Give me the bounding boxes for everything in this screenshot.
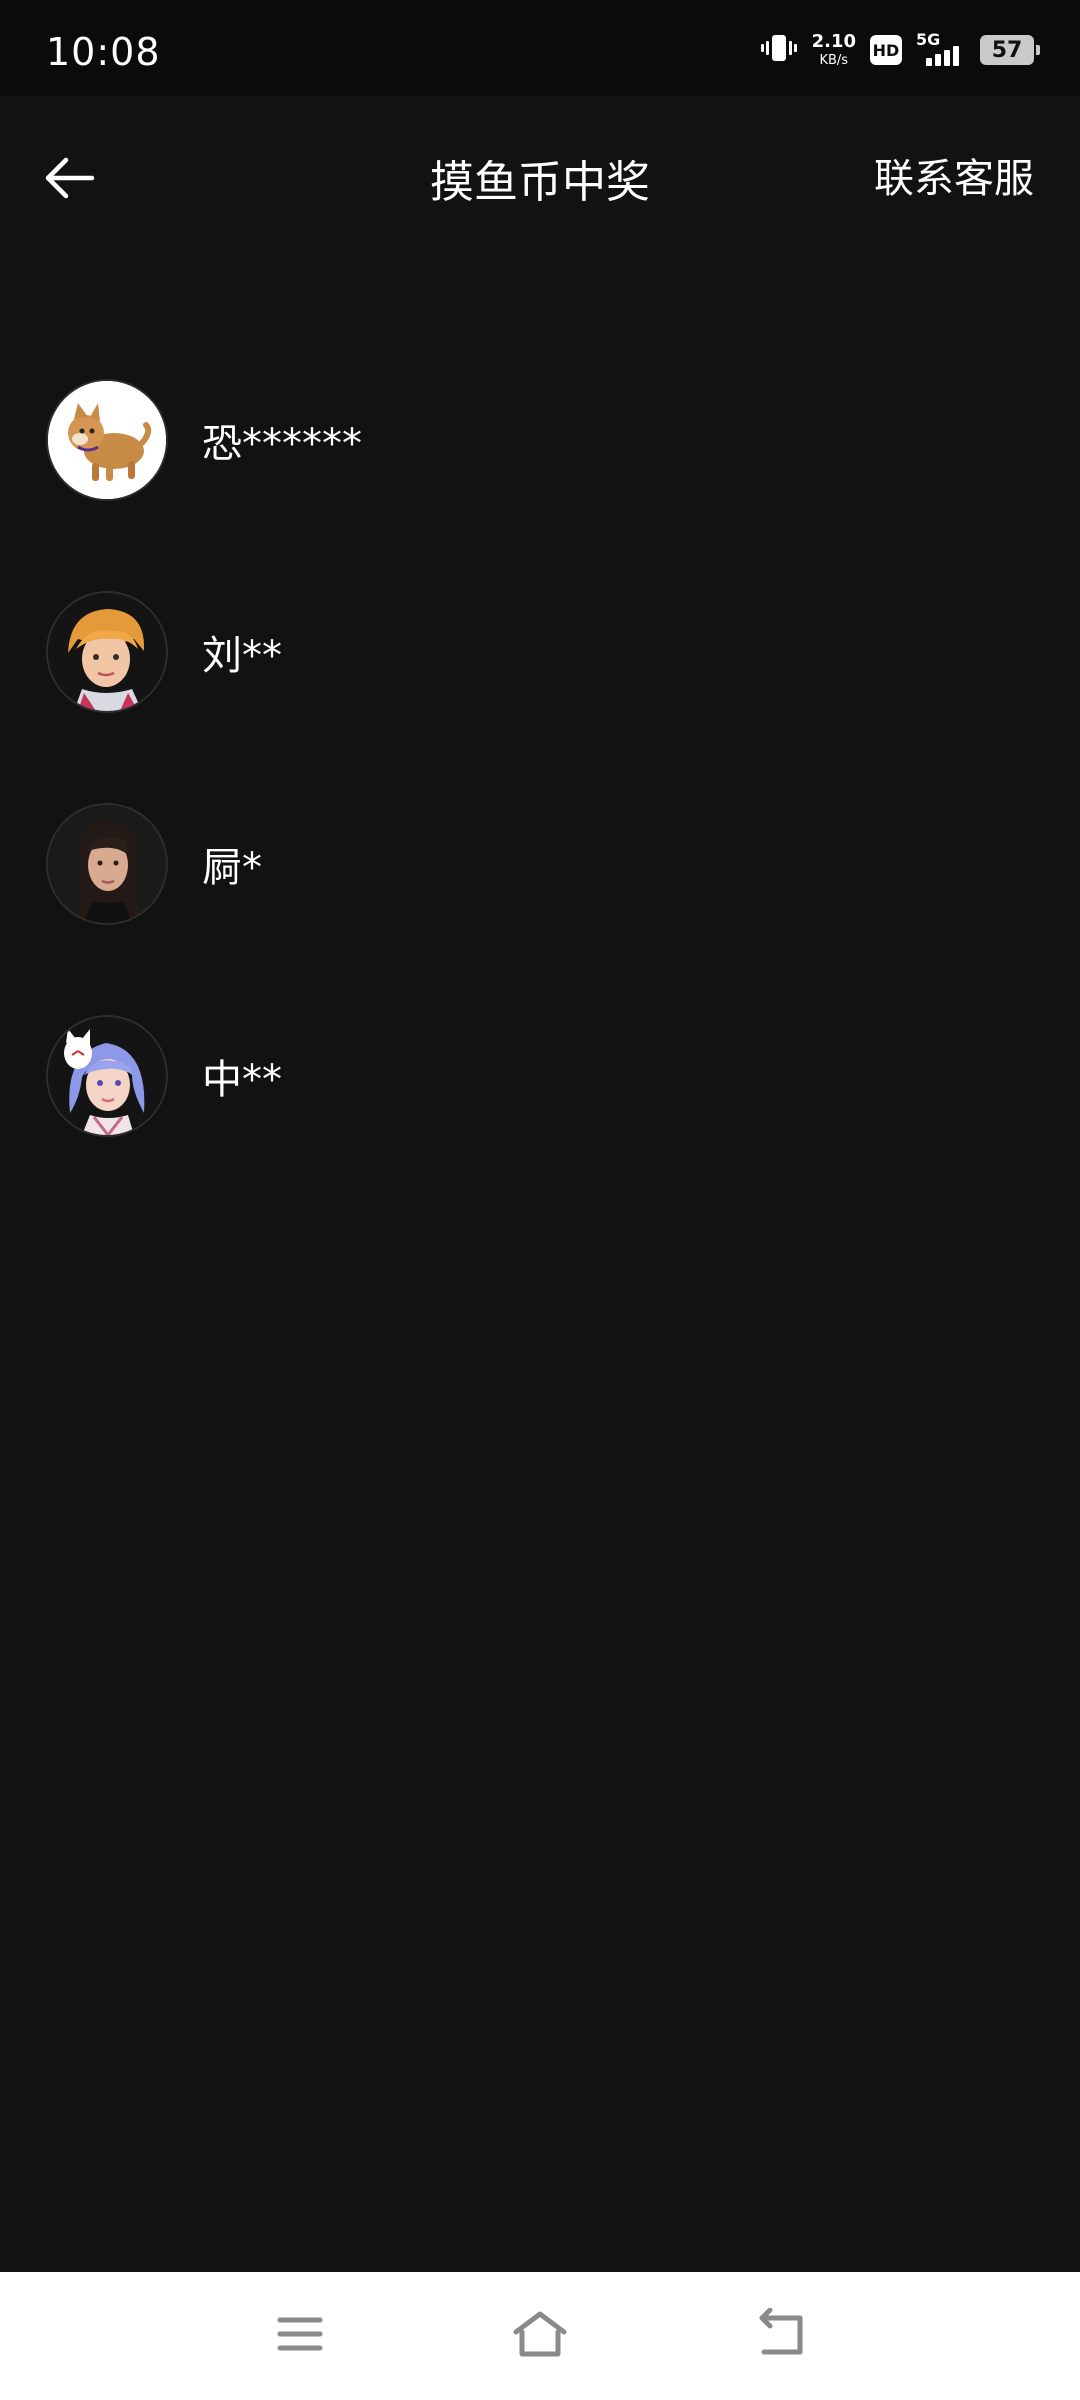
battery-icon: 57 [980,35,1040,65]
battery-level: 57 [991,37,1023,63]
orange-hair-character-avatar [48,593,166,711]
system-nav-bar [0,2272,1080,2400]
winner-name: 屙* [202,845,262,891]
vibrate-icon [760,29,798,71]
signal-icon: 5G [916,30,966,70]
menu-icon [274,2308,326,2364]
list-item[interactable]: 屙* [0,758,1080,970]
winner-list: 恐****** 刘** 屙* 中** [0,334,1080,1182]
net-speed: 2.10 KB/s [811,31,856,68]
list-item[interactable]: 中** [0,970,1080,1182]
avatar [46,591,168,713]
menu-button[interactable] [260,2296,340,2376]
back-icon [752,2307,808,2364]
winner-name: 刘** [202,633,282,679]
status-time: 10:08 [46,30,161,74]
list-item[interactable]: 刘** [0,546,1080,758]
avatar [46,379,168,501]
winner-name: 中** [202,1057,282,1103]
back-nav-button[interactable] [740,2296,820,2376]
winner-name: 恐****** [202,421,362,467]
shiba-dog-avatar [48,381,166,499]
hd-icon: HD [870,35,902,65]
home-icon [510,2308,570,2364]
avatar [46,1015,168,1137]
net-speed-unit: KB/s [819,53,849,68]
contact-support-button[interactable]: 联系客服 [874,146,1034,204]
dark-hair-woman-avatar [48,805,166,923]
status-icons: 2.10 KB/s HD 5G 57 [760,28,1040,72]
header: 摸鱼币中奖 联系客服 [0,96,1080,256]
home-button[interactable] [500,2296,580,2376]
avatar [46,803,168,925]
blue-hair-fox-mask-avatar [48,1017,166,1135]
status-bar: 10:08 2.10 KB/s HD 5G 57 [0,0,1080,96]
net-speed-value: 2.10 [811,31,856,52]
list-item[interactable]: 恐****** [0,334,1080,546]
